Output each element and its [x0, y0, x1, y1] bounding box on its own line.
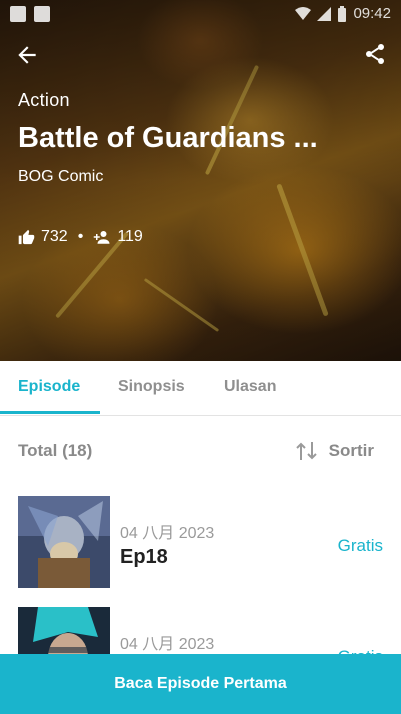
- thumbs-up-icon: [18, 229, 35, 245]
- back-arrow-icon[interactable]: [14, 42, 40, 68]
- genre-label: Action: [18, 90, 70, 110]
- comic-cover-banner: 09:42 Action Battle of Guardians ... BOG…: [0, 0, 401, 361]
- likes-count: 732: [41, 228, 68, 245]
- episode-thumbnail: [18, 496, 110, 588]
- tab-ulasan[interactable]: Ulasan: [224, 378, 276, 396]
- tab-sinopsis[interactable]: Sinopsis: [118, 378, 185, 396]
- comic-title: Battle of Guardians ...: [18, 122, 318, 154]
- episode-date: 04 八月 2023: [120, 636, 215, 653]
- episode-total: Total (18): [18, 441, 93, 460]
- active-tab-indicator: [0, 411, 100, 414]
- author-name: BOG Comic: [18, 168, 104, 185]
- episode-price: Gratis: [337, 536, 383, 555]
- read-first-episode-button[interactable]: Baca Episode Pertama: [0, 654, 401, 714]
- episode-date: 04 八月 2023: [120, 525, 215, 542]
- sort-button[interactable]: Sortir: [295, 440, 374, 462]
- comic-stats: 732 • 119: [18, 228, 143, 246]
- sort-icon: [295, 442, 317, 460]
- battery-icon: [338, 5, 347, 22]
- signal-icon: [317, 6, 332, 21]
- separator-dot: •: [77, 228, 84, 245]
- add-person-icon: [94, 231, 110, 244]
- detail-tabs: Episode Sinopsis Ulasan: [0, 361, 401, 416]
- status-bar: 09:42: [0, 0, 401, 28]
- wifi-icon: [295, 6, 312, 20]
- sort-label: Sortir: [328, 441, 374, 460]
- episode-title: Ep18: [120, 546, 168, 568]
- episode-item[interactable]: 04 八月 2023 Ep18 Gratis: [0, 496, 401, 592]
- share-icon[interactable]: [363, 42, 387, 66]
- followers-count: 119: [117, 228, 143, 245]
- tab-episode[interactable]: Episode: [18, 378, 80, 396]
- status-time: 09:42: [353, 5, 391, 22]
- notification-icon: [10, 6, 26, 22]
- screenshot-icon: [34, 6, 50, 22]
